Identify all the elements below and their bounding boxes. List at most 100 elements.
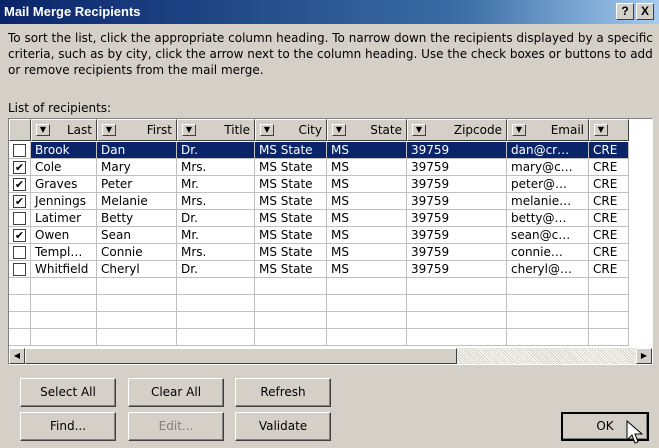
column-header-email[interactable]: ▼ Email xyxy=(507,119,589,141)
filter-arrow-icon[interactable]: ▼ xyxy=(260,124,274,136)
checkbox-cell: ✔ xyxy=(9,176,31,193)
recipient-checkbox[interactable] xyxy=(13,211,26,225)
column-header-city[interactable]: ▼ City xyxy=(255,119,327,141)
last-cell: Owen xyxy=(31,227,97,244)
scroll-right-icon[interactable]: ▶ xyxy=(636,348,652,364)
recipient-checkbox[interactable]: ✔ xyxy=(13,194,26,208)
column-header-first[interactable]: ▼ First xyxy=(97,119,177,141)
recipient-checkbox[interactable]: ✔ xyxy=(13,228,26,242)
column-header-extra[interactable]: ▼ xyxy=(589,119,629,141)
checkbox-cell xyxy=(9,244,31,261)
recipient-checkbox[interactable] xyxy=(13,262,26,276)
checkbox-cell xyxy=(9,142,31,159)
empty-cell xyxy=(97,329,177,346)
recipient-checkbox[interactable] xyxy=(13,143,26,157)
first-cell: Peter xyxy=(97,176,177,193)
scrollbar-thumb[interactable] xyxy=(25,348,457,364)
empty-row xyxy=(9,312,652,329)
checkbox-cell: ✔ xyxy=(9,193,31,210)
column-header-zipcode[interactable]: ▼ Zipcode xyxy=(407,119,507,141)
last-cell: Jennings xyxy=(31,193,97,210)
extra-cell: CRE xyxy=(589,159,629,176)
title-cell: Mrs. xyxy=(177,244,255,261)
table-row[interactable]: ✔ Owen Sean Mr. MS State MS 39759 sean@c… CRE xyxy=(9,227,652,244)
empty-cell xyxy=(255,312,327,329)
filter-arrow-icon[interactable]: ▼ xyxy=(102,124,116,136)
extra-cell: CRE xyxy=(589,244,629,261)
email-cell: connie… xyxy=(507,244,589,261)
validate-button[interactable]: Validate xyxy=(235,412,331,441)
empty-cell xyxy=(31,312,97,329)
empty-cell xyxy=(9,295,31,312)
extra-cell: CRE xyxy=(589,142,629,159)
empty-cell xyxy=(507,295,589,312)
state-cell: MS xyxy=(327,193,407,210)
first-cell: Connie xyxy=(97,244,177,261)
city-cell: MS State xyxy=(255,142,327,159)
empty-cell xyxy=(177,329,255,346)
empty-cell xyxy=(327,329,407,346)
empty-cell xyxy=(589,312,629,329)
table-row[interactable]: ✔ Jennings Melanie Mrs. MS State MS 39759 melan… xyxy=(9,193,652,210)
filter-arrow-icon[interactable]: ▼ xyxy=(412,124,426,136)
filter-arrow-icon[interactable]: ▼ xyxy=(182,124,196,136)
state-cell: MS xyxy=(327,244,407,261)
last-cell: Graves xyxy=(31,176,97,193)
help-button[interactable]: ? xyxy=(616,3,634,20)
title-cell: Mrs. xyxy=(177,193,255,210)
empty-cell xyxy=(177,278,255,295)
edit-button[interactable]: Edit... xyxy=(128,412,224,441)
zipcode-cell: 39759 xyxy=(407,159,507,176)
table-row[interactable]: Brook Dan Dr. MS State MS 39759 dan@cr… CRE xyxy=(9,142,652,159)
close-button[interactable]: X xyxy=(636,3,654,20)
horizontal-scrollbar[interactable]: ◀ ▶ xyxy=(9,348,652,364)
recipient-checkbox[interactable]: ✔ xyxy=(13,177,26,191)
title-cell: Dr. xyxy=(177,142,255,159)
clear-all-button[interactable]: Clear All xyxy=(128,378,224,407)
checkbox-column-header xyxy=(9,119,31,141)
state-cell: MS xyxy=(327,210,407,227)
scroll-left-icon[interactable]: ◀ xyxy=(9,348,25,364)
city-cell: MS State xyxy=(255,227,327,244)
table-row[interactable]: ✔ Cole Mary Mrs. MS State MS 39759 mary@c… CRE xyxy=(9,159,652,176)
checkmark-icon: ✔ xyxy=(14,228,25,242)
empty-cell xyxy=(31,278,97,295)
table-row[interactable]: Whitfield Cheryl Dr. MS State MS 39759 cheryl@… xyxy=(9,261,652,278)
first-cell: Mary xyxy=(97,159,177,176)
filter-arrow-icon[interactable]: ▼ xyxy=(36,124,50,136)
column-header-state[interactable]: ▼ State xyxy=(327,119,407,141)
mouse-cursor-icon xyxy=(626,420,644,444)
table-row[interactable]: Templ… Connie Mrs. MS State MS 39759 connie… CR… xyxy=(9,244,652,261)
extra-cell: CRE xyxy=(589,176,629,193)
empty-row xyxy=(9,295,652,312)
select-all-button[interactable]: Select All xyxy=(20,378,116,407)
title-cell: Mr. xyxy=(177,227,255,244)
empty-cell xyxy=(507,329,589,346)
recipient-checkbox[interactable] xyxy=(13,245,26,259)
last-cell: Templ… xyxy=(31,244,97,261)
find-button[interactable]: Find... xyxy=(20,412,116,441)
zipcode-cell: 39759 xyxy=(407,261,507,278)
filter-arrow-icon[interactable]: ▼ xyxy=(512,124,526,136)
checkmark-icon: ✔ xyxy=(14,177,25,191)
state-cell: MS xyxy=(327,159,407,176)
empty-cell xyxy=(407,295,507,312)
refresh-button[interactable]: Refresh xyxy=(235,378,331,407)
city-cell: MS State xyxy=(255,193,327,210)
empty-cell xyxy=(177,312,255,329)
table-row[interactable]: ✔ Graves Peter Mr. MS State MS 39759 peter@… CRE xyxy=(9,176,652,193)
extra-cell: CRE xyxy=(589,261,629,278)
filter-arrow-icon[interactable]: ▼ xyxy=(594,124,608,136)
table-row[interactable]: Latimer Betty Dr. MS State MS 39759 betty@… CRE xyxy=(9,210,652,227)
last-cell: Whitfield xyxy=(31,261,97,278)
first-cell: Dan xyxy=(97,142,177,159)
column-header-last[interactable]: ▼ Last xyxy=(31,119,97,141)
email-cell: peter@… xyxy=(507,176,589,193)
recipients-grid[interactable]: ▼ Last ▼ First ▼ Title ▼ City ▼ State ▼ Zipcod… xyxy=(8,118,653,365)
filter-arrow-icon[interactable]: ▼ xyxy=(332,124,346,136)
column-header-title[interactable]: ▼ Title xyxy=(177,119,255,141)
empty-cell xyxy=(407,329,507,346)
title-cell: Dr. xyxy=(177,210,255,227)
recipient-checkbox[interactable]: ✔ xyxy=(13,160,26,174)
recipient-rows: Brook Dan Dr. MS State MS 39759 dan@cr… CRE ✔ Col… xyxy=(9,142,652,346)
